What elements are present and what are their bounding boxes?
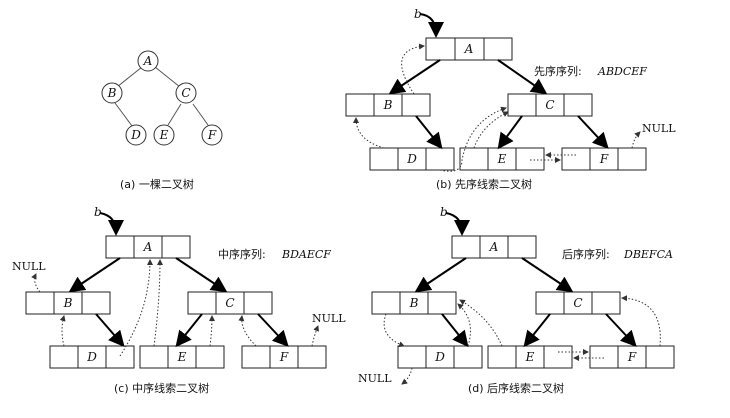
tree-node-d: D	[125, 124, 147, 146]
postorder-threaded-tree: b A B C D E F NULL 后序序列: DBEFCA (d) 后序线索…	[358, 205, 675, 395]
svg-text:A: A	[143, 54, 153, 68]
pre-null-label: NULL	[642, 122, 676, 135]
in-node-c: C	[187, 291, 273, 315]
svg-text:A: A	[143, 240, 153, 254]
svg-text:A: A	[464, 42, 474, 56]
svg-text:F: F	[627, 350, 637, 364]
svg-text:F: F	[279, 350, 289, 364]
post-node-d: D	[397, 345, 483, 369]
svg-text:E: E	[159, 128, 169, 142]
post-seq-label: 后序序列:	[562, 247, 610, 261]
post-node-f: F	[589, 345, 675, 369]
svg-text:C: C	[181, 86, 190, 100]
post-null-label-left: NULL	[358, 372, 392, 385]
svg-text:C: C	[573, 296, 582, 310]
post-node-c: C	[535, 291, 621, 315]
inorder-threaded-tree: b A B C D E F NULL NULL 中序序列: BDAECF (c)…	[12, 205, 346, 395]
svg-text:B: B	[409, 296, 419, 310]
caption-a: (a) 一棵二叉树	[120, 177, 194, 191]
svg-text:D: D	[434, 350, 445, 364]
pre-node-d: D	[369, 147, 455, 171]
svg-text:C: C	[545, 98, 554, 112]
svg-text:C: C	[225, 296, 234, 310]
pre-node-f: F	[561, 147, 647, 171]
post-node-e: E	[487, 345, 573, 369]
svg-text:B: B	[107, 86, 117, 100]
svg-text:F: F	[207, 128, 217, 142]
in-null-label-right: NULL	[312, 312, 346, 325]
svg-text:B: B	[63, 296, 73, 310]
pre-node-c: C	[507, 93, 593, 117]
svg-text:E: E	[497, 152, 507, 166]
caption-d: (d) 后序线索二叉树	[468, 381, 564, 395]
pre-seq-label: 先序序列:	[534, 64, 582, 78]
post-node-b: B	[371, 291, 457, 315]
svg-text:B: B	[383, 98, 393, 112]
plain-binary-tree: A B C D E F (a) 一棵二叉树	[101, 50, 223, 191]
caption-b: (b) 先序线索二叉树	[436, 177, 532, 191]
svg-text:D: D	[406, 152, 417, 166]
in-seq-label: 中序序列:	[218, 247, 266, 261]
root-pointer-label-d: b	[440, 205, 448, 219]
svg-text:F: F	[599, 152, 609, 166]
in-node-b: B	[25, 291, 111, 315]
post-seq-value: DBEFCA	[623, 248, 673, 261]
pre-seq-value: ABDCEF	[597, 65, 647, 78]
in-node-a: A	[105, 235, 191, 259]
pre-node-e: E	[459, 147, 545, 171]
tree-node-f: F	[201, 124, 223, 146]
in-null-label-left: NULL	[12, 260, 46, 273]
pre-node-b: B	[345, 93, 431, 117]
in-node-d: D	[49, 345, 135, 369]
root-pointer-label-c: b	[94, 205, 102, 219]
svg-text:A: A	[489, 240, 499, 254]
threaded-binary-tree-figure: A B C D E F (a) 一棵二叉树 b A B C D E F NULL…	[12, 7, 676, 395]
tree-node-c: C	[175, 82, 197, 104]
svg-text:E: E	[177, 350, 187, 364]
svg-text:E: E	[525, 350, 535, 364]
preorder-threaded-tree: b A B C D E F NULL 先序序列: ABDCEF (b) 先序线索…	[345, 7, 676, 191]
post-node-a: A	[451, 235, 537, 259]
in-node-e: E	[139, 345, 225, 369]
caption-c: (c) 中序线索二叉树	[114, 381, 209, 395]
svg-text:D: D	[86, 350, 97, 364]
svg-text:D: D	[130, 128, 141, 142]
pre-node-a: A	[425, 37, 513, 61]
in-seq-value: BDAECF	[281, 248, 331, 261]
in-node-f: F	[241, 345, 327, 369]
tree-node-a: A	[137, 50, 159, 72]
tree-node-b: B	[101, 82, 123, 104]
tree-node-e: E	[153, 124, 175, 146]
